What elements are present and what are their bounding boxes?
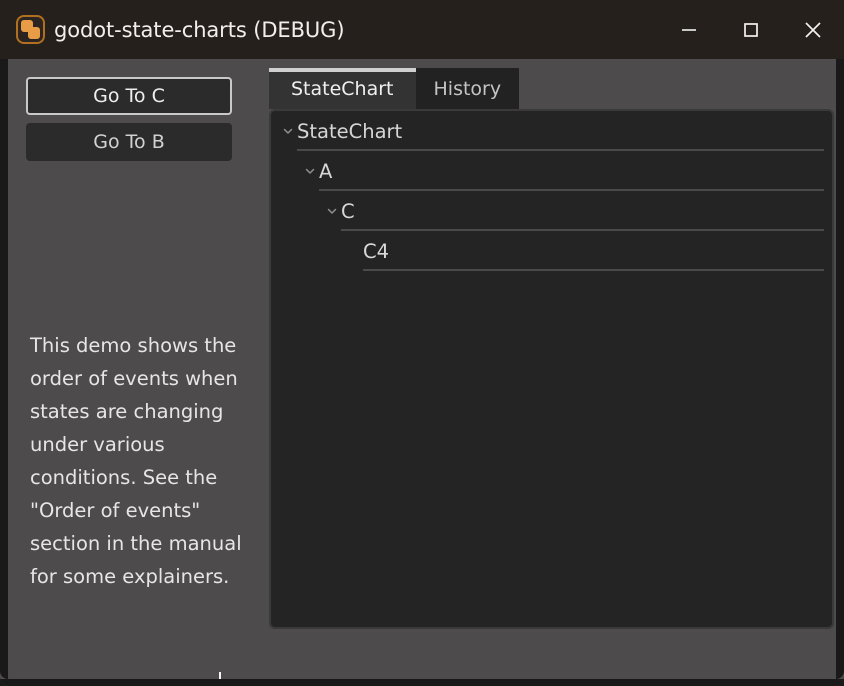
close-icon	[801, 18, 825, 42]
window-edge-right	[836, 59, 844, 679]
chevron-down-icon[interactable]	[301, 165, 319, 177]
chevron-down-icon[interactable]	[279, 125, 297, 137]
tree-item-label: C4	[363, 239, 390, 263]
tab-area: StateChart History	[259, 67, 824, 109]
window-edge-left	[0, 59, 8, 679]
app-viewport: Go To C Go To B This demo shows the orde…	[8, 59, 836, 679]
tree-row[interactable]: StateChart	[271, 111, 832, 151]
demo-description: This demo shows the order of events when…	[30, 334, 242, 588]
app-icon	[16, 15, 45, 44]
tree-item-label: StateChart	[297, 119, 403, 143]
tree-row[interactable]: C	[271, 191, 832, 231]
tree-row[interactable]: A	[271, 151, 832, 191]
tree-item-label: A	[319, 159, 333, 183]
maximize-button[interactable]	[720, 0, 782, 59]
chevron-down-icon[interactable]	[323, 205, 341, 217]
sidebar-panel: Go To C Go To B	[26, 77, 248, 169]
go-to-b-button[interactable]: Go To B	[26, 123, 232, 161]
window-title: godot-state-charts (DEBUG)	[54, 17, 345, 42]
close-button[interactable]	[782, 0, 844, 59]
title-bar[interactable]: godot-state-charts (DEBUG)	[0, 0, 844, 59]
tree-item-label: C	[341, 199, 355, 223]
window-controls	[658, 0, 844, 59]
go-to-c-button[interactable]: Go To C	[26, 77, 232, 115]
minimize-button[interactable]	[658, 0, 720, 59]
tab-bar: StateChart History	[269, 67, 824, 109]
tree-row-separator	[363, 269, 824, 271]
maximize-icon	[741, 20, 761, 40]
tree-row[interactable]: C4	[271, 231, 832, 271]
app-window: godot-state-charts (DEBUG) Go To C Go To…	[0, 0, 844, 686]
text-caret	[219, 672, 221, 679]
state-tree-panel[interactable]: StateChart A C C4	[269, 109, 834, 629]
window-edge-bottom	[0, 679, 844, 686]
minimize-icon	[679, 20, 699, 40]
tab-history[interactable]: History	[415, 68, 520, 109]
tab-statechart[interactable]: StateChart	[269, 68, 416, 109]
